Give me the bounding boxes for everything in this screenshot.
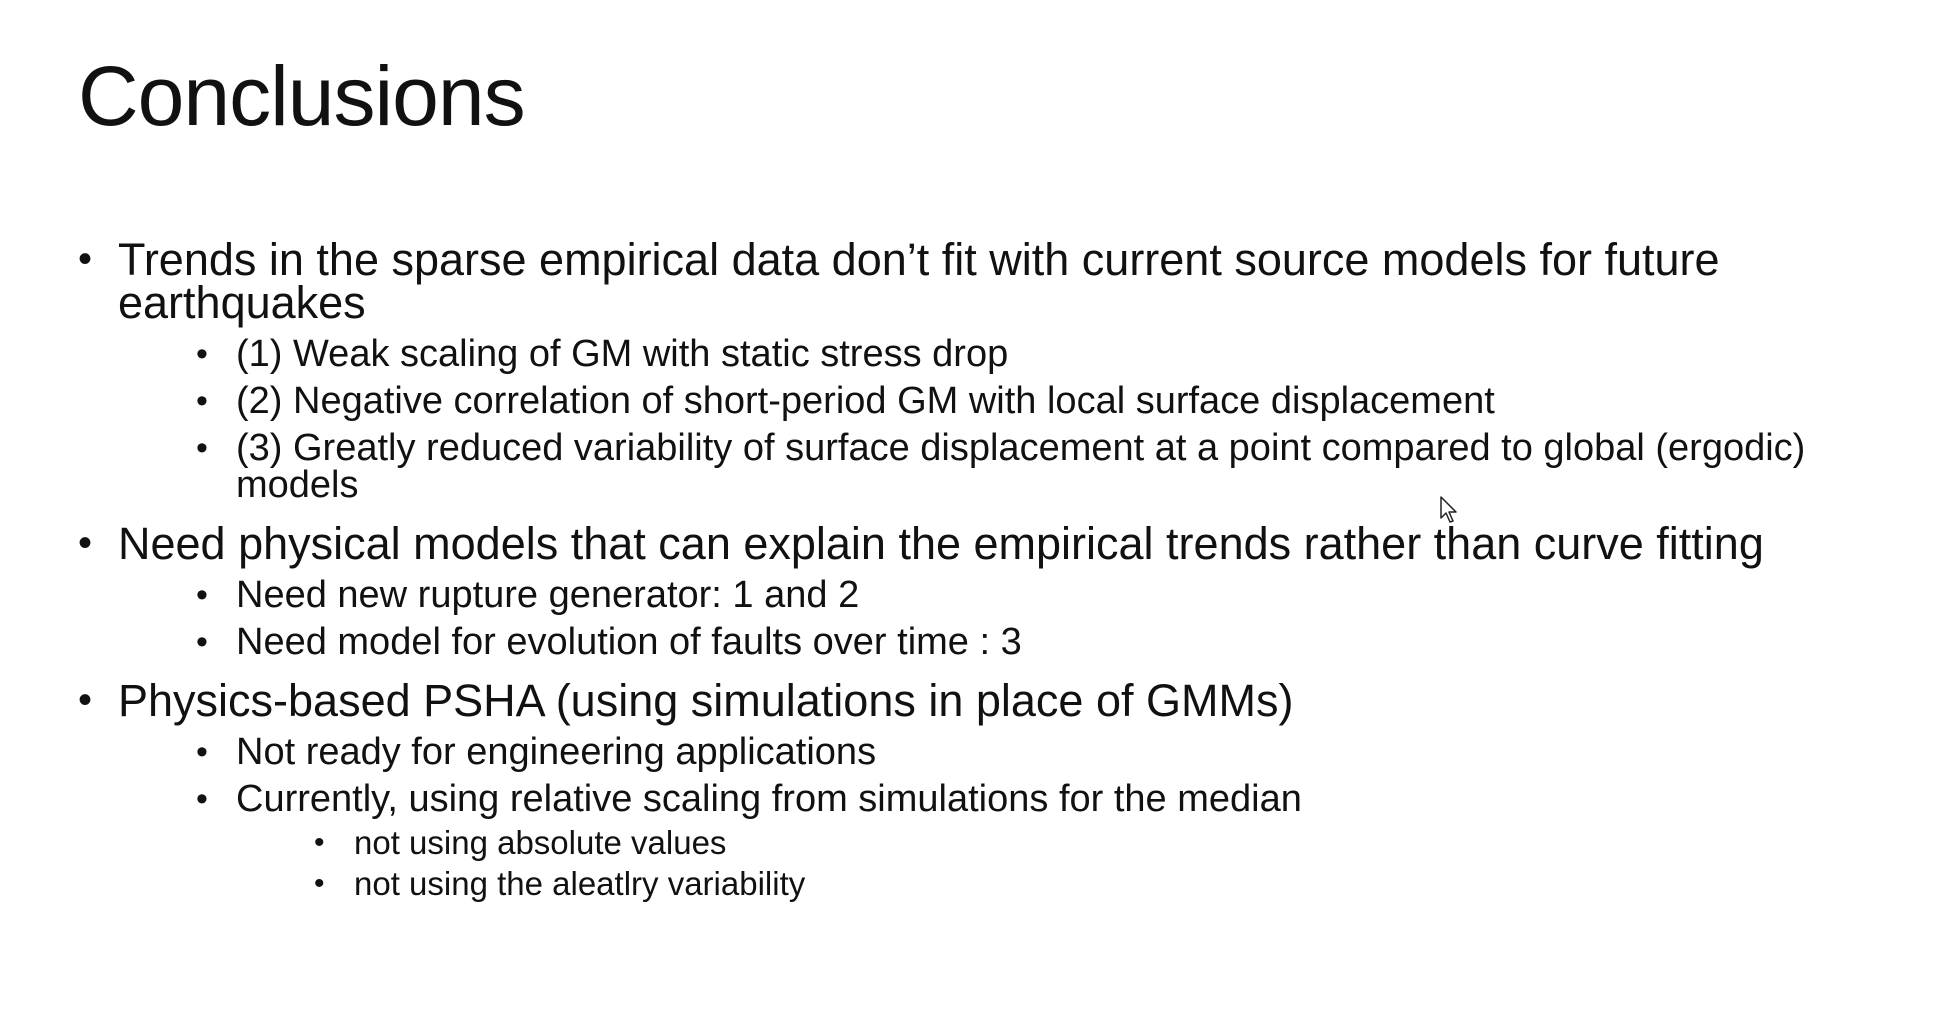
sub-bullet-item: • Need new rupture generator: 1 and 2 [196, 574, 1878, 616]
slide-content: • Trends in the sparse empirical data do… [78, 237, 1878, 901]
bullet-text: Trends in the sparse empirical data don’… [118, 234, 1720, 328]
bullet-marker: • [196, 429, 208, 467]
bullet-marker: • [196, 733, 208, 771]
bullet-marker: • [78, 237, 93, 281]
bullet-text: Need physical models that can explain th… [118, 518, 1764, 569]
sub-bullet-item: • Currently, using relative scaling from… [196, 778, 1878, 901]
sub-bullet-text: Need new rupture generator: 1 and 2 [236, 574, 860, 616]
bullet-text: Physics-based PSHA (using simulations in… [118, 675, 1294, 726]
bullet-list: • Trends in the sparse empirical data do… [78, 237, 1878, 901]
bullet-marker: • [196, 780, 208, 818]
sub-bullet-item: • (3) Greatly reduced variability of sur… [196, 427, 1878, 506]
sub-bullet-list: • Need new rupture generator: 1 and 2 • … [118, 574, 1878, 663]
sub-bullet-text: (2) Negative correlation of short-period… [236, 380, 1495, 422]
sub-sub-bullet-text: not using the aleatlry variability [354, 865, 806, 902]
sub-bullet-item: • Need model for evolution of faults ove… [196, 621, 1878, 663]
mouse-pointer-icon [1440, 496, 1457, 523]
bullet-item-1: • Trends in the sparse empirical data do… [78, 237, 1878, 506]
slide: Conclusions • Trends in the sparse empir… [0, 0, 1938, 1032]
bullet-marker: • [314, 867, 325, 900]
sub-sub-bullet-text: not using absolute values [354, 824, 727, 861]
sub-bullet-text: Currently, using relative scaling from s… [236, 778, 1302, 820]
sub-bullet-text: Not ready for engineering applications [236, 731, 877, 773]
sub-sub-bullet-list: • not using absolute values • not using … [236, 826, 1878, 901]
bullet-marker: • [196, 623, 208, 661]
bullet-marker: • [314, 826, 325, 859]
slide-title: Conclusions [78, 49, 526, 143]
sub-bullet-text: (3) Greatly reduced variability of surfa… [236, 427, 1806, 506]
sub-bullet-list: • Not ready for engineering applications… [118, 731, 1878, 901]
sub-sub-bullet-item: • not using the aleatlry variability [314, 867, 1878, 901]
bullet-marker: • [78, 521, 93, 565]
bullet-marker: • [196, 576, 208, 614]
sub-bullet-text: (1) Weak scaling of GM with static stres… [236, 333, 1009, 375]
bullet-marker: • [196, 335, 208, 373]
bullet-item-2: • Need physical models that can explain … [78, 521, 1878, 663]
sub-bullet-text: Need model for evolution of faults over … [236, 621, 1022, 663]
sub-bullet-item: • Not ready for engineering applications [196, 731, 1878, 773]
sub-bullet-item: • (2) Negative correlation of short-peri… [196, 380, 1878, 422]
sub-bullet-item: • (1) Weak scaling of GM with static str… [196, 333, 1878, 375]
bullet-marker: • [78, 678, 93, 722]
sub-sub-bullet-item: • not using absolute values [314, 826, 1878, 860]
bullet-item-3: • Physics-based PSHA (using simulations … [78, 678, 1878, 901]
bullet-marker: • [196, 382, 208, 420]
sub-bullet-list: • (1) Weak scaling of GM with static str… [118, 333, 1878, 506]
